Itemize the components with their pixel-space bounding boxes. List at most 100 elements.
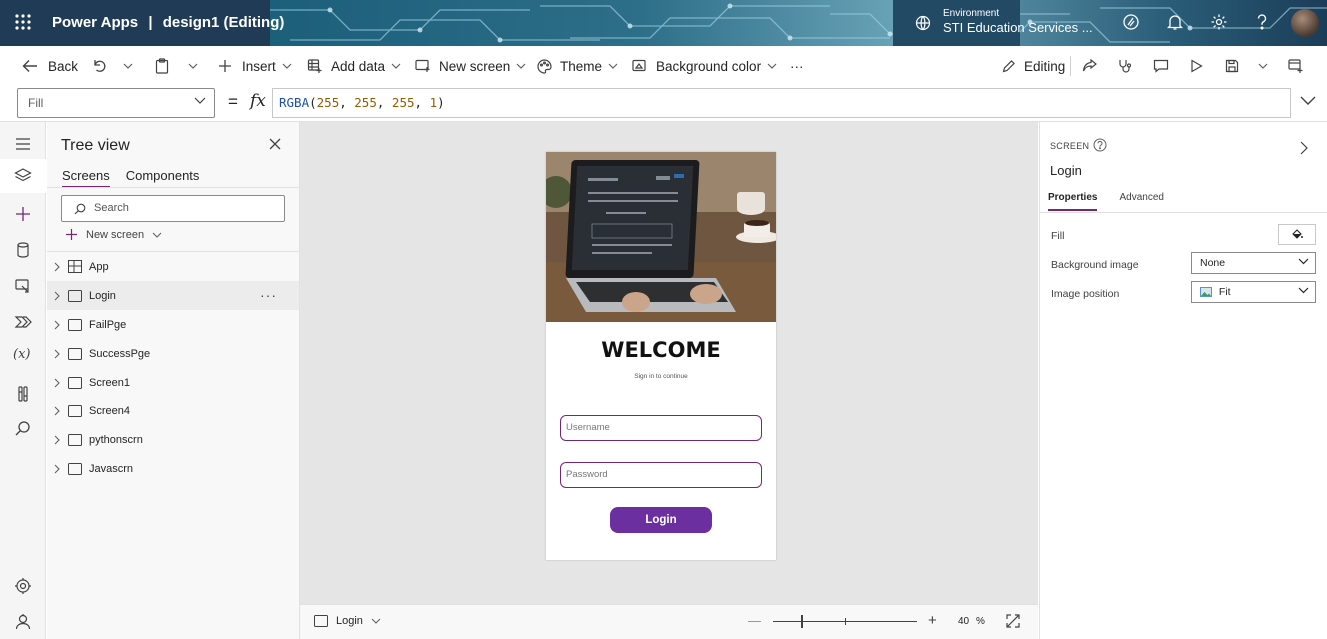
- chevron-right-icon[interactable]: [1300, 141, 1308, 155]
- settings-icon[interactable]: [1210, 13, 1228, 31]
- tab-components[interactable]: Components: [126, 168, 200, 188]
- tree-item-screen4[interactable]: Screen4: [47, 396, 299, 425]
- tree-item-app[interactable]: App: [47, 252, 299, 281]
- editing-label: Editing: [1024, 58, 1066, 74]
- fit-to-window-icon[interactable]: [1006, 614, 1020, 628]
- chevron-right-icon[interactable]: [47, 262, 67, 272]
- paste-button[interactable]: [155, 46, 169, 86]
- chevron-down-icon: [123, 63, 133, 69]
- more-commands-button[interactable]: ···: [790, 46, 804, 86]
- formula-arg-g: 255: [354, 95, 377, 110]
- media-icon[interactable]: [13, 276, 33, 296]
- tab-screens[interactable]: Screens: [62, 168, 110, 188]
- chevron-right-icon[interactable]: [47, 435, 67, 445]
- hero-image[interactable]: [546, 152, 776, 322]
- formula-comma: ,: [414, 95, 430, 110]
- notifications-icon[interactable]: [1166, 13, 1184, 31]
- tree-search-input[interactable]: Search: [61, 195, 285, 222]
- tab-advanced[interactable]: Advanced: [1119, 192, 1163, 211]
- help-icon[interactable]: [1254, 13, 1270, 31]
- sign-in-subtitle[interactable]: Sign in to continue: [546, 373, 776, 380]
- variables-icon[interactable]: (x): [13, 347, 33, 367]
- selected-name[interactable]: Login: [1050, 163, 1082, 178]
- preview-button[interactable]: [1190, 46, 1203, 86]
- brand-name[interactable]: Power Apps: [52, 14, 138, 31]
- editing-mode-button[interactable]: Editing: [1002, 46, 1065, 86]
- app-checker-button[interactable]: [1118, 46, 1133, 86]
- new-screen-button[interactable]: New screen: [415, 46, 526, 86]
- advanced-tools-icon[interactable]: [13, 384, 33, 404]
- save-button[interactable]: [1225, 46, 1239, 86]
- tab-properties[interactable]: Properties: [1048, 192, 1098, 211]
- tree-item-login[interactable]: Login ···: [47, 281, 299, 310]
- app-launcher-icon[interactable]: [14, 13, 34, 33]
- settings-gear-icon[interactable]: [13, 576, 33, 596]
- share-button[interactable]: [1082, 46, 1097, 86]
- tree-item-pythonscrn[interactable]: pythonscrn: [47, 425, 299, 454]
- fill-color-picker[interactable]: [1278, 224, 1316, 245]
- pencil-icon: [1002, 59, 1016, 73]
- login-screen-preview[interactable]: WELCOME Sign in to continue Username Pas…: [546, 152, 776, 560]
- share-icon: [1082, 59, 1097, 73]
- comments-button[interactable]: [1153, 46, 1169, 86]
- chevron-right-icon[interactable]: [47, 464, 67, 474]
- zoom-in-button[interactable]: +: [928, 612, 937, 629]
- publish-button[interactable]: [1288, 46, 1304, 86]
- formula-input[interactable]: RGBA(255, 255, 255, 1): [272, 88, 1291, 118]
- tree-item-successpge[interactable]: SuccessPge: [47, 339, 299, 368]
- expand-formula-icon[interactable]: [1300, 96, 1316, 105]
- app-grid-icon: [68, 260, 82, 273]
- undo-dropdown[interactable]: [123, 46, 133, 86]
- zoom-out-button[interactable]: —: [748, 613, 761, 628]
- undo-button[interactable]: [92, 46, 106, 86]
- tree-item-label: Screen1: [89, 376, 130, 389]
- data-cylinder-icon[interactable]: [13, 240, 33, 260]
- chevron-down-icon: [1258, 63, 1268, 69]
- back-button[interactable]: Back: [22, 46, 78, 86]
- tabs-divider: [47, 187, 299, 188]
- insert-plus-icon[interactable]: [13, 204, 33, 224]
- chevron-right-icon[interactable]: [47, 291, 67, 301]
- chevron-right-icon[interactable]: [47, 349, 67, 359]
- tree-item-failpge[interactable]: FailPge: [47, 310, 299, 339]
- add-data-button[interactable]: Add data: [307, 46, 401, 86]
- new-screen-link[interactable]: New screen: [65, 228, 162, 241]
- paste-dropdown[interactable]: [188, 46, 198, 86]
- chevron-right-icon[interactable]: [47, 378, 67, 388]
- theme-button[interactable]: Theme: [537, 46, 618, 86]
- background-image-dropdown[interactable]: None: [1191, 252, 1316, 274]
- screen-picker[interactable]: Login: [314, 615, 381, 627]
- hamburger-menu-icon[interactable]: [13, 134, 33, 154]
- environment-picker[interactable]: Environment STI Education Services ...: [893, 0, 1093, 46]
- welcome-heading[interactable]: WELCOME: [546, 338, 776, 362]
- zoom-slider[interactable]: [773, 605, 917, 639]
- zoom-slider-thumb[interactable]: [801, 615, 803, 628]
- chevron-down-icon: [188, 63, 198, 69]
- password-input[interactable]: Password: [560, 462, 762, 488]
- properties-pane: SCREEN Login Properties Advanced Fill Ba…: [1039, 122, 1327, 639]
- formula-comma: ,: [376, 95, 392, 110]
- search-icon[interactable]: [13, 419, 33, 439]
- command-bar: Back Insert Add data New screen Theme Ba…: [0, 46, 1327, 86]
- title-bar: Power Apps | design1 (Editing) Environme…: [0, 0, 1327, 46]
- help-circle-icon[interactable]: [1093, 138, 1107, 152]
- close-icon[interactable]: [269, 138, 281, 150]
- username-input[interactable]: Username: [560, 415, 762, 441]
- copilot-icon[interactable]: [1122, 13, 1140, 31]
- property-selector[interactable]: Fill: [17, 88, 215, 118]
- background-color-button[interactable]: Background color: [632, 46, 777, 86]
- more-options-icon[interactable]: ···: [260, 287, 277, 303]
- power-automate-icon[interactable]: [13, 312, 33, 332]
- tree-view-panel: Tree view Screens Components Search New …: [47, 122, 300, 639]
- tree-view-layers-icon[interactable]: [0, 159, 46, 193]
- chevron-right-icon[interactable]: [47, 406, 67, 416]
- chevron-right-icon[interactable]: [47, 320, 67, 330]
- save-dropdown[interactable]: [1258, 46, 1268, 86]
- insert-button[interactable]: Insert: [218, 46, 292, 86]
- image-position-dropdown[interactable]: Fit: [1191, 281, 1316, 303]
- tree-item-screen1[interactable]: Screen1: [47, 368, 299, 397]
- login-button[interactable]: Login: [610, 507, 712, 533]
- tree-item-javascrn[interactable]: Javascrn: [47, 454, 299, 483]
- virtual-agent-icon[interactable]: [13, 612, 33, 632]
- user-avatar[interactable]: [1291, 9, 1319, 37]
